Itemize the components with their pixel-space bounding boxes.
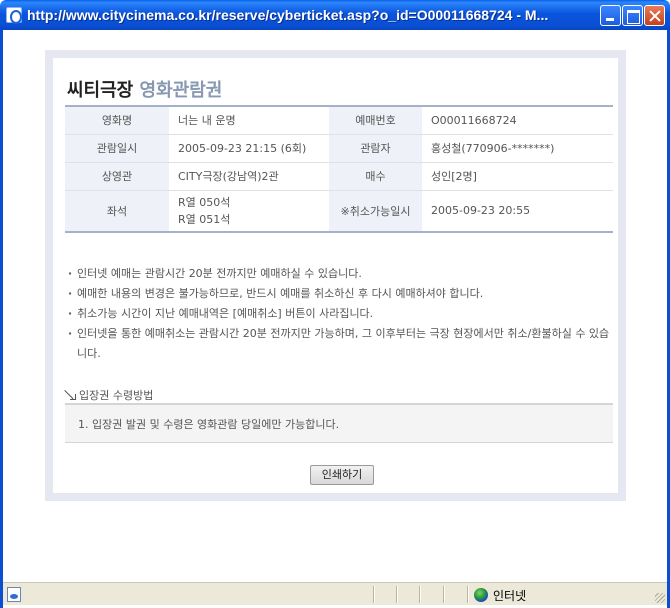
label-viewer: 관람자 xyxy=(329,134,422,163)
security-zone-label: 인터넷 xyxy=(493,589,527,603)
minimize-button[interactable] xyxy=(600,5,621,26)
maximize-button[interactable] xyxy=(622,5,643,26)
notice-item: 인터넷 예매는 관람시간 20분 전까지만 예매하실 수 있습니다. xyxy=(65,264,613,284)
status-divider xyxy=(373,586,374,603)
page-title: 씨티극장 영화관람권 xyxy=(67,76,222,102)
resize-grip-icon[interactable] xyxy=(655,593,665,603)
table-row: 상영관 CITY극장(강남역)2관 매수 성인[2명] xyxy=(65,162,613,191)
value-ticket-count: 성인[2명] xyxy=(422,162,613,191)
brand-name: 씨티극장 xyxy=(67,80,134,101)
label-ticket-count: 매수 xyxy=(329,162,422,191)
window-title-bar[interactable]: http://www.citycinema.co.kr/reserve/cybe… xyxy=(0,0,670,30)
notice-item: 예매한 내용의 변경은 불가능하므로, 반드시 예매를 취소하신 후 다시 예매… xyxy=(65,284,613,304)
globe-icon xyxy=(474,588,488,602)
label-booking-number: 예매번호 xyxy=(329,106,422,135)
seat-item: R열 051석 xyxy=(178,212,231,226)
value-theater: CITY극장(강남역)2관 xyxy=(169,162,329,191)
value-movie: 너는 내 운명 xyxy=(169,106,329,135)
status-divider xyxy=(443,586,444,603)
status-divider xyxy=(467,586,468,603)
ticket-title: 영화관람권 xyxy=(139,80,223,101)
close-button[interactable] xyxy=(644,5,665,26)
print-button[interactable]: 인쇄하기 xyxy=(310,465,374,485)
label-seat: 좌석 xyxy=(65,190,169,233)
notice-item: 인터넷을 통한 예매취소는 관람시간 20분 전까지만 가능하며, 그 이후부터… xyxy=(65,324,613,364)
label-movie: 영화명 xyxy=(65,106,169,135)
pickup-method-heading: 입장권 수령방법 xyxy=(65,387,153,403)
pickup-method-box: 1. 입장권 발권 및 수령은 영화관람 당일에만 가능합니다. xyxy=(65,403,613,443)
pickup-method-title: 입장권 수령방법 xyxy=(79,389,154,402)
status-divider xyxy=(419,586,420,603)
status-divider xyxy=(396,586,397,603)
window-frame-left xyxy=(0,30,3,608)
page-done-icon xyxy=(7,587,21,602)
table-row: 영화명 너는 내 운명 예매번호 O00011668724 xyxy=(65,106,613,135)
window-title: http://www.citycinema.co.kr/reserve/cybe… xyxy=(27,7,549,23)
status-bar: 인터넷 xyxy=(3,582,667,605)
table-row: 좌석 R열 050석 R열 051석 ※취소가능일시 2005-09-23 20… xyxy=(65,190,613,233)
value-cancel-deadline: 2005-09-23 20:55 xyxy=(422,190,613,233)
value-showtime: 2005-09-23 21:15 (6회) xyxy=(169,134,329,163)
notice-item: 취소가능 시간이 지난 예매내역은 [예매취소] 버튼이 사라집니다. xyxy=(65,304,613,324)
notice-list: 인터넷 예매는 관람시간 20분 전까지만 예매하실 수 있습니다. 예매한 내… xyxy=(65,264,613,364)
table-row: 관람일시 2005-09-23 21:15 (6회) 관람자 홍성철(77090… xyxy=(65,134,613,163)
value-booking-number: O00011668724 xyxy=(422,106,613,135)
value-seats: R열 050석 R열 051석 xyxy=(169,190,329,233)
value-viewer: 홍성철(770906-*******) xyxy=(422,134,613,163)
label-showtime: 관람일시 xyxy=(65,134,169,163)
label-cancel-deadline: ※취소가능일시 xyxy=(329,190,422,233)
label-theater: 상영관 xyxy=(65,162,169,191)
arrow-down-right-icon xyxy=(65,390,76,400)
internet-explorer-icon xyxy=(6,7,22,24)
ticket-panel: 씨티극장 영화관람권 영화명 너는 내 운명 예매번호 O00011668724… xyxy=(45,50,626,501)
ticket-info-table: 영화명 너는 내 운명 예매번호 O00011668724 관람일시 2005-… xyxy=(65,105,613,233)
seat-item: R열 050석 xyxy=(178,195,231,209)
pickup-method-text: 1. 입장권 발권 및 수령은 영화관람 당일에만 가능합니다. xyxy=(78,418,340,431)
